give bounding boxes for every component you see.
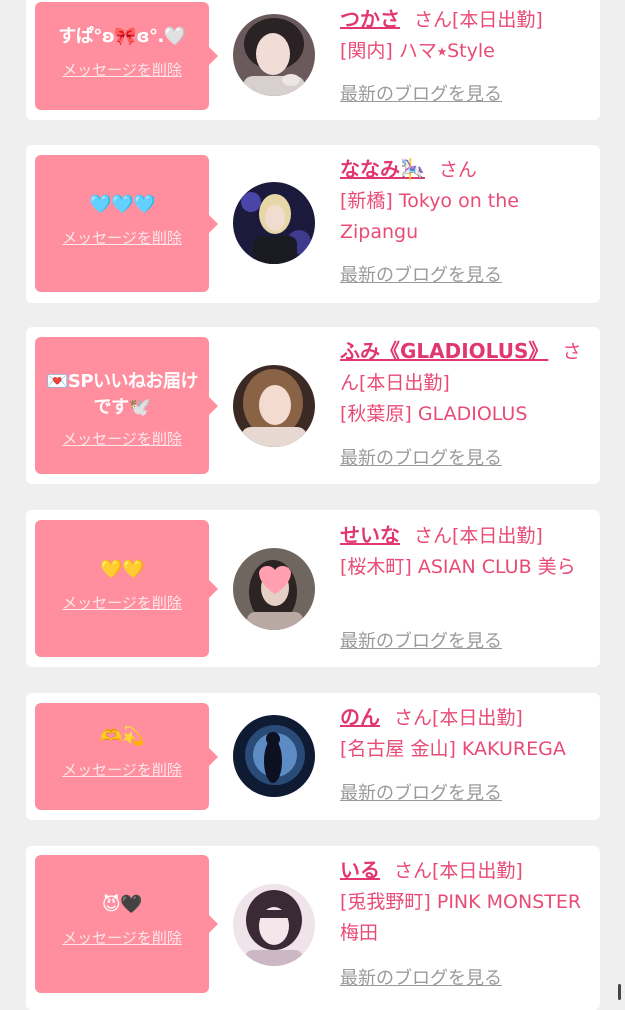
- status-badge: [本日出勤]: [359, 372, 450, 394]
- message-bubble[interactable]: すぱ°ʚ🎀ɞ°.🤍 メッセージを削除: [35, 2, 218, 110]
- list-item: 💌SPいいねお届けです🕊️ メッセージを削除 ふみ《GLADIOLUS》 さん[本…: [26, 327, 600, 484]
- honorific: さん: [414, 9, 453, 31]
- message-text: 🩵🩵🩵: [89, 194, 155, 215]
- avatar[interactable]: [233, 365, 315, 447]
- status-badge: [本日出勤]: [432, 860, 523, 882]
- blog-link[interactable]: 最新のブログを見る: [340, 447, 502, 471]
- cast-info: ふみ《GLADIOLUS》 さん[本日出勤] [秋葉原] GLADIOLUS: [340, 336, 588, 430]
- honorific: さん: [414, 525, 453, 547]
- list-item: 😈🖤 メッセージを削除 いる さん[本日出勤] [兎我野町] PINK MONST…: [26, 846, 600, 1010]
- message-bubble[interactable]: 🩵🩵🩵 メッセージを削除: [35, 155, 218, 292]
- message-bubble[interactable]: 🫶💫 メッセージを削除: [35, 703, 218, 810]
- delete-message-link[interactable]: メッセージを削除: [62, 429, 182, 449]
- avatar[interactable]: [233, 715, 315, 797]
- store-name: [兎我野町] PINK MONSTER梅田: [340, 891, 582, 944]
- store-name: [新橋] Tokyo on the Zipangu: [340, 190, 519, 243]
- cast-name-link[interactable]: つかさ: [340, 7, 400, 31]
- honorific: さん: [394, 707, 433, 729]
- store-name: [秋葉原] GLADIOLUS: [340, 403, 528, 425]
- cast-name-link[interactable]: ふみ《GLADIOLUS》: [340, 339, 548, 363]
- avatar[interactable]: [233, 884, 315, 966]
- list-item: 💛💛 メッセージを削除 せいな さん[本日出勤] [桜木町] ASIAN CLUB…: [26, 510, 600, 667]
- honorific: さん: [438, 159, 477, 181]
- cast-name-link[interactable]: いる: [340, 858, 380, 882]
- delete-message-link[interactable]: メッセージを削除: [62, 228, 182, 248]
- delete-message-link[interactable]: メッセージを削除: [62, 593, 182, 613]
- store-name: [関内] ハマ⭑Style: [340, 40, 495, 62]
- cast-name-link[interactable]: のん: [340, 705, 380, 729]
- cast-info: つかさ さん[本日出勤] [関内] ハマ⭑Style: [340, 4, 588, 67]
- blog-link[interactable]: 最新のブログを見る: [340, 264, 502, 288]
- delete-message-link[interactable]: メッセージを削除: [62, 760, 182, 780]
- message-bubble[interactable]: 😈🖤 メッセージを削除: [35, 855, 218, 993]
- delete-message-link[interactable]: メッセージを削除: [62, 60, 182, 80]
- status-badge: [本日出勤]: [452, 9, 543, 31]
- message-text: 💛💛: [100, 559, 144, 580]
- blog-link[interactable]: 最新のブログを見る: [340, 967, 502, 991]
- blog-link[interactable]: 最新のブログを見る: [340, 782, 502, 806]
- status-badge: [本日出勤]: [452, 525, 543, 547]
- list-item: 🩵🩵🩵 メッセージを削除 ななみ🎠 さん [新橋] Tokyo on the Zi…: [26, 145, 600, 303]
- cast-info: いる さん[本日出勤] [兎我野町] PINK MONSTER梅田: [340, 855, 588, 949]
- avatar[interactable]: [233, 182, 315, 264]
- message-bubble[interactable]: 💛💛 メッセージを削除: [35, 520, 218, 657]
- avatar[interactable]: [233, 14, 315, 96]
- cast-name-link[interactable]: ななみ🎠: [340, 157, 425, 181]
- cast-name-link[interactable]: せいな: [340, 523, 400, 547]
- avatar[interactable]: [233, 548, 315, 630]
- message-bubble[interactable]: 💌SPいいねお届けです🕊️ メッセージを削除: [35, 337, 218, 474]
- message-text: 🫶💫: [100, 726, 144, 747]
- blog-link[interactable]: 最新のブログを見る: [340, 630, 502, 654]
- list-item: すぱ°ʚ🎀ɞ°.🤍 メッセージを削除 つかさ さん[本日出勤] [関内] ハマ⭑S…: [26, 0, 600, 120]
- cast-info: のん さん[本日出勤] [名古屋 金山] KAKUREGA: [340, 702, 588, 765]
- message-text: 😈🖤: [101, 894, 143, 915]
- store-name: [桜木町] ASIAN CLUB 美ら: [340, 556, 576, 578]
- scrollbar[interactable]: [618, 984, 621, 1000]
- blog-link[interactable]: 最新のブログを見る: [340, 83, 502, 107]
- cast-info: せいな さん[本日出勤] [桜木町] ASIAN CLUB 美ら: [340, 520, 588, 583]
- honorific: さん: [394, 860, 433, 882]
- message-text: すぱ°ʚ🎀ɞ°.🤍: [58, 26, 186, 47]
- message-text: 💌SPいいねお届けです🕊️: [45, 371, 199, 418]
- delete-message-link[interactable]: メッセージを削除: [62, 928, 182, 948]
- list-item: 🫶💫 メッセージを削除 のん さん[本日出勤] [名古屋 金山] KAKUREGA…: [26, 693, 600, 820]
- store-name: [名古屋 金山] KAKUREGA: [340, 738, 566, 760]
- cast-info: ななみ🎠 さん [新橋] Tokyo on the Zipangu: [340, 154, 588, 248]
- status-badge: [本日出勤]: [432, 707, 523, 729]
